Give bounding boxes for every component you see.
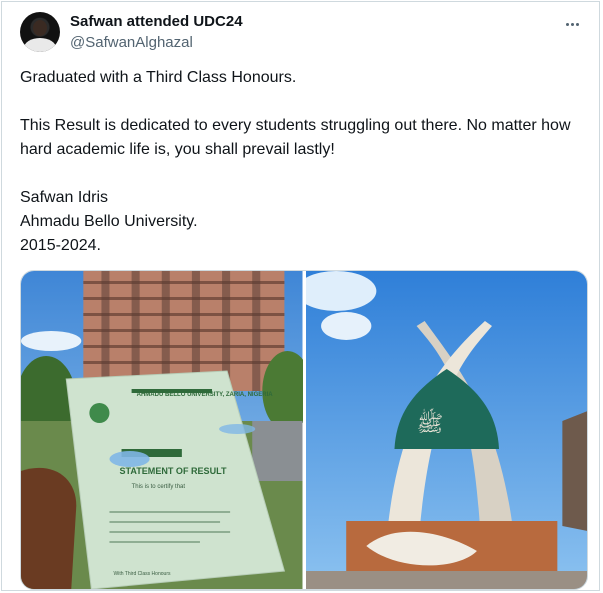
tweet-line: Safwan Idris	[20, 189, 109, 206]
certificate-header-text: AHMADU BELLO UNIVERSITY, ZARIA, NIGERIA	[137, 392, 274, 398]
more-options-icon[interactable]	[560, 14, 584, 34]
certificate-class-text: With Third Class Honours	[113, 571, 171, 577]
tweet-card[interactable]: Safwan attended UDC24 @SafwanAlghazal Gr…	[1, 1, 600, 591]
certificate-subtitle-text: This is to certify that	[132, 484, 186, 490]
tweet-line: This Result is dedicated to every studen…	[20, 117, 571, 158]
certificate-photo-art: AHMADU BELLO UNIVERSITY, ZARIA, NIGERIA …	[21, 271, 303, 589]
avatar-shoulders	[24, 38, 56, 52]
media-grid: AHMADU BELLO UNIVERSITY, ZARIA, NIGERIA …	[20, 270, 588, 590]
tweet-line: Ahmadu Bello University.	[20, 213, 198, 230]
monument-photo-art: ﷺ	[305, 271, 587, 589]
avatar-face	[33, 20, 47, 36]
svg-text:ﷺ: ﷺ	[416, 407, 443, 437]
tweet-text: Graduated with a Third Class Honours. Th…	[20, 66, 580, 258]
photo-monument[interactable]: ﷺ	[305, 271, 587, 589]
tweet-line: Graduated with a Third Class Honours.	[20, 69, 297, 86]
tweet-header: Safwan attended UDC24 @SafwanAlghazal	[20, 12, 590, 54]
certificate-title-text: STATEMENT OF RESULT	[120, 466, 227, 476]
tweet-line: 2015-2024.	[20, 237, 101, 254]
photo-certificate[interactable]: AHMADU BELLO UNIVERSITY, ZARIA, NIGERIA …	[21, 271, 303, 589]
user-handle[interactable]: @SafwanAlghazal	[70, 34, 193, 51]
display-name[interactable]: Safwan attended UDC24	[70, 13, 243, 30]
avatar[interactable]	[20, 12, 60, 52]
